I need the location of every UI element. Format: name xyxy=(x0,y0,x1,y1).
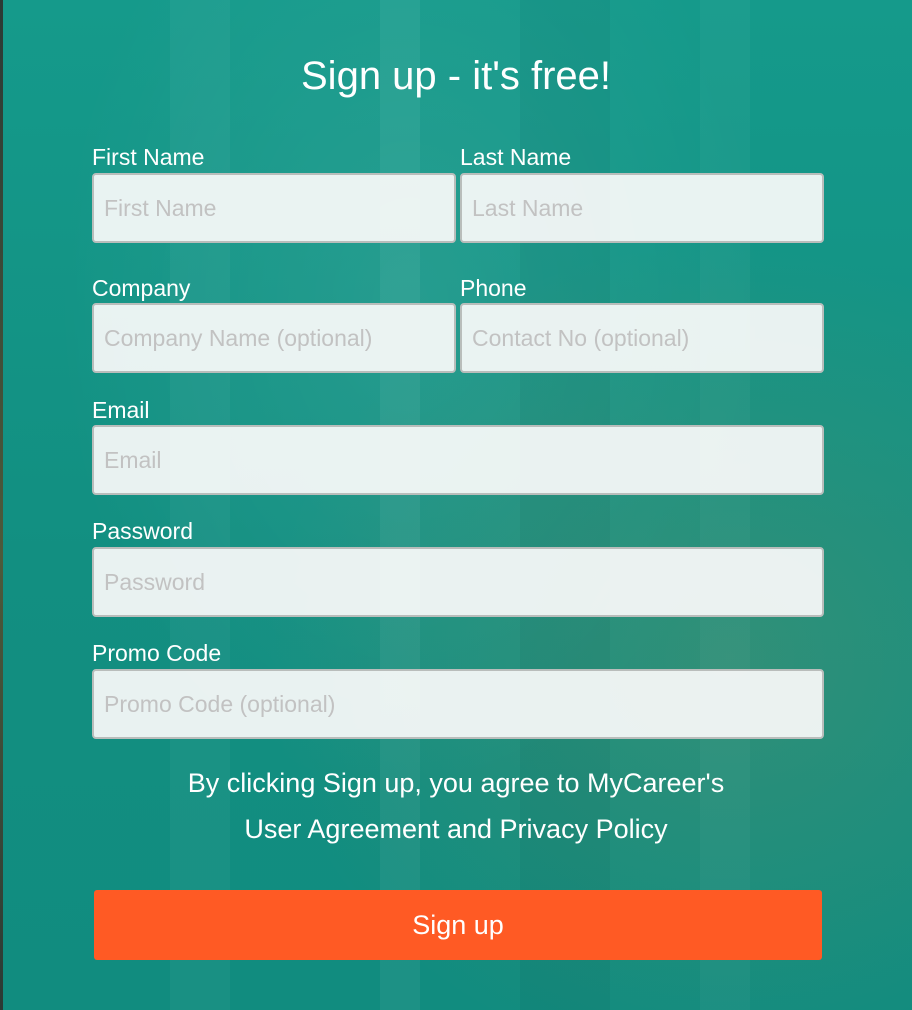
email-label: Email xyxy=(92,397,150,423)
sign-up-button[interactable]: Sign up xyxy=(94,890,822,960)
password-input[interactable] xyxy=(92,547,824,617)
promo-code-label: Promo Code xyxy=(92,640,222,666)
password-label: Password xyxy=(92,518,193,544)
background-texture xyxy=(700,0,750,1010)
company-label: Company xyxy=(92,275,191,301)
agreement-text: By clicking Sign up, you agree to MyCare… xyxy=(0,760,912,852)
company-input[interactable] xyxy=(92,303,456,373)
last-name-label: Last Name xyxy=(460,144,572,170)
form-title: Sign up - it's free! xyxy=(301,54,611,98)
email-input[interactable] xyxy=(92,425,824,495)
last-name-input[interactable] xyxy=(460,173,824,243)
first-name-label: First Name xyxy=(92,144,205,170)
signup-panel: Sign up - it's free! First Name Last Nam… xyxy=(0,0,912,1010)
phone-input[interactable] xyxy=(460,303,824,373)
phone-label: Phone xyxy=(460,275,527,301)
first-name-input[interactable] xyxy=(92,173,456,243)
agreement-line-2: User Agreement and Privacy Policy xyxy=(244,814,668,844)
background-edge xyxy=(0,0,3,1010)
promo-code-input[interactable] xyxy=(92,669,824,739)
agreement-line-1: By clicking Sign up, you agree to MyCare… xyxy=(187,768,725,798)
background-texture xyxy=(380,0,420,1010)
